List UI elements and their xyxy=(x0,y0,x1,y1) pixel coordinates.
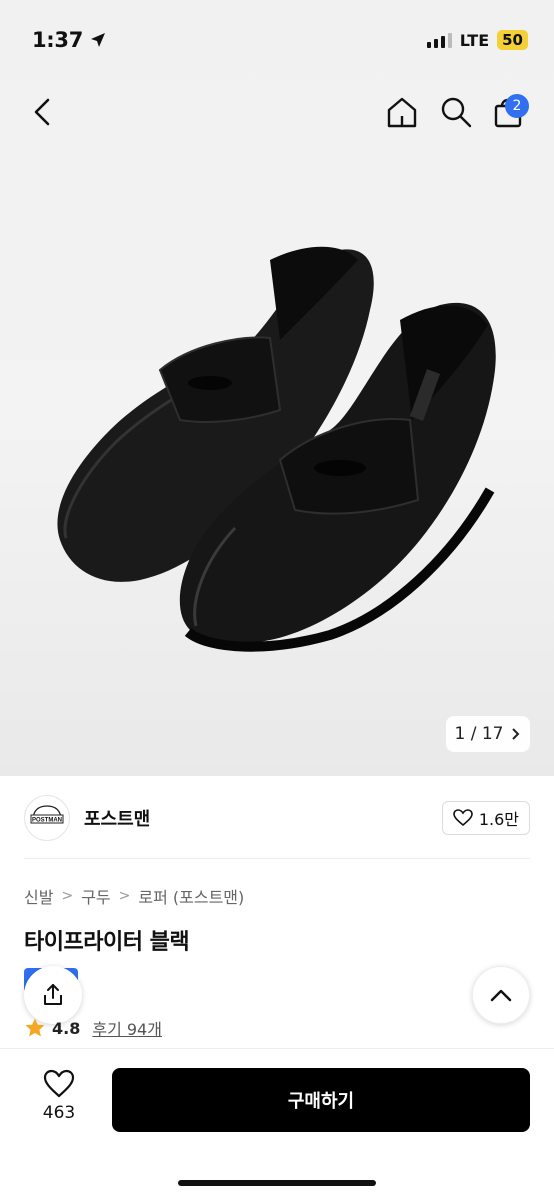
signal-strength-icon xyxy=(426,32,452,48)
product-photo-loafers xyxy=(57,246,496,652)
breadcrumb-item[interactable]: 구두 xyxy=(81,884,110,908)
status-bar: 1:37 LTE 50 xyxy=(0,0,554,80)
brand-like-button[interactable]: 1.6만 xyxy=(441,801,530,835)
status-time-text: 1:37 xyxy=(32,28,84,52)
network-type: LTE xyxy=(459,30,490,50)
heart-outline-icon xyxy=(453,809,473,827)
divider xyxy=(24,858,530,859)
gallery-counter-text: 1 / 17 xyxy=(454,724,504,744)
breadcrumb: 신발 > 구두 > 로퍼 (포스트맨) xyxy=(24,884,244,908)
home-icon[interactable] xyxy=(384,94,420,130)
location-arrow-icon xyxy=(91,33,106,47)
heart-outline-icon xyxy=(43,1069,75,1098)
rating-score: 4.8 xyxy=(52,1018,81,1038)
search-icon[interactable] xyxy=(438,94,474,130)
gallery-counter[interactable]: 1 / 17 xyxy=(446,716,530,752)
chevron-right-icon xyxy=(512,728,520,740)
brand-name[interactable]: 포스트맨 xyxy=(84,805,150,831)
cart-count-badge: 2 xyxy=(505,94,529,118)
svg-text:POSTMAN: POSTMAN xyxy=(32,818,62,824)
back-icon[interactable] xyxy=(28,94,58,130)
chevron-right-icon: > xyxy=(61,888,74,904)
share-icon xyxy=(44,984,62,1005)
star-icon xyxy=(25,1018,45,1037)
status-indicators: LTE 50 xyxy=(426,30,528,50)
buy-button[interactable]: 구매하기 xyxy=(112,1068,530,1132)
battery-indicator: 50 xyxy=(497,30,528,50)
product-rating: 4.8 후기 94개 xyxy=(24,1016,162,1040)
wishlist-button[interactable]: 463 xyxy=(24,1069,94,1149)
breadcrumb-item[interactable]: 로퍼 (포스트맨) xyxy=(138,884,244,908)
wishlist-count: 463 xyxy=(42,1103,76,1123)
chevron-right-icon: > xyxy=(118,888,131,904)
home-indicator xyxy=(178,1180,376,1186)
bottom-action-bar: 463 구매하기 xyxy=(0,1048,554,1200)
top-navigation xyxy=(0,84,554,140)
brand-logo[interactable]: POSTMAN xyxy=(24,795,70,841)
postman-logo: POSTMAN xyxy=(30,805,64,824)
chevron-up-icon xyxy=(490,989,512,1002)
status-time: 1:37 xyxy=(32,28,107,52)
brand-row[interactable]: POSTMAN 포스트맨 1.6만 xyxy=(24,790,530,846)
scroll-to-top-button[interactable] xyxy=(472,966,530,1024)
review-count-link[interactable]: 후기 94개 xyxy=(92,1016,162,1040)
product-title: 타이프라이터 블랙 xyxy=(24,930,190,955)
brand-like-count: 1.6만 xyxy=(478,810,519,829)
breadcrumb-item[interactable]: 신발 xyxy=(24,884,53,908)
